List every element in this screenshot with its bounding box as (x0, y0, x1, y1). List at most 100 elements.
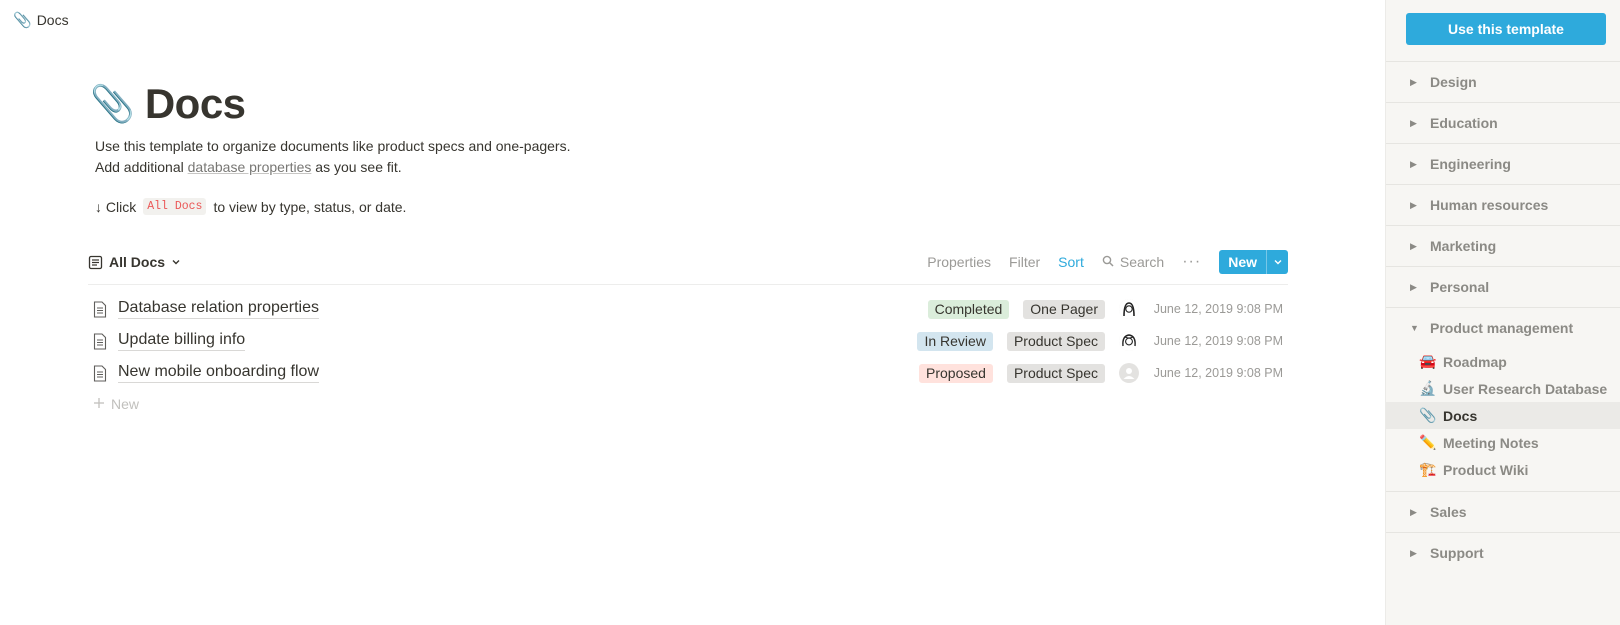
page-title: 📎 Docs (90, 80, 246, 128)
category-engineering[interactable]: ▶ Engineering (1386, 143, 1620, 184)
template-item-user-research[interactable]: 🔬 User Research Database (1386, 375, 1620, 402)
category-header[interactable]: ▶ Personal (1386, 267, 1620, 307)
type-badge: One Pager (1023, 299, 1105, 319)
more-options-icon[interactable]: ··· (1182, 253, 1201, 271)
construction-icon: 🏗️ (1419, 461, 1437, 477)
new-button-label: New (1228, 254, 1257, 270)
description-line-1: Use this template to organize documents … (95, 138, 571, 154)
main-content: 📎 Docs 📎 Docs Use this template to organ… (0, 0, 1385, 625)
list-item[interactable]: Database relation properties Completed O… (88, 293, 1288, 325)
doc-title[interactable]: Database relation properties (118, 299, 320, 319)
triangle-right-icon: ▶ (1410, 199, 1417, 210)
paperclip-icon[interactable]: 📎 (90, 86, 135, 122)
doc-title[interactable]: Update billing info (118, 331, 246, 351)
category-header[interactable]: ▶ Sales (1386, 492, 1620, 532)
category-label: Engineering (1430, 156, 1511, 172)
category-label: Human resources (1430, 197, 1549, 213)
category-label: Sales (1430, 504, 1467, 520)
template-item-meeting-notes[interactable]: ✏️ Meeting Notes (1386, 429, 1620, 456)
category-label: Design (1430, 74, 1477, 90)
list-item[interactable]: New mobile onboarding flow Proposed Prod… (88, 357, 1288, 389)
doc-title[interactable]: New mobile onboarding flow (118, 363, 319, 383)
page-heading[interactable]: Docs (145, 80, 246, 128)
status-badge: Proposed (919, 363, 993, 383)
category-sales[interactable]: ▶ Sales (1386, 491, 1620, 532)
template-label: Product Wiki (1443, 461, 1529, 478)
triangle-right-icon: ▶ (1410, 506, 1417, 517)
category-header[interactable]: ▶ Engineering (1386, 144, 1620, 184)
description-line-2: Add additional database properties as yo… (95, 157, 571, 178)
paperclip-icon: 📎 (13, 12, 32, 29)
template-label: Roadmap (1443, 353, 1507, 370)
category-personal[interactable]: ▶ Personal (1386, 266, 1620, 307)
category-header[interactable]: ▶ Education (1386, 103, 1620, 143)
list-view-icon (88, 255, 103, 270)
avatar (1119, 363, 1139, 383)
database-toolbar: All Docs Properties Filter Sort Search ·… (88, 248, 1288, 276)
category-label: Marketing (1430, 238, 1497, 254)
breadcrumb-label: Docs (36, 12, 69, 28)
triangle-right-icon: ▶ (1410, 240, 1417, 251)
chevron-down-icon (171, 257, 181, 267)
category-label: Personal (1430, 279, 1490, 295)
category-header[interactable]: ▶ Human resources (1386, 185, 1620, 225)
view-hint: ↓ Click All Docs to view by type, status… (95, 198, 406, 215)
document-icon (93, 364, 115, 382)
description-text: Add additional (95, 159, 188, 175)
category-label: Education (1430, 115, 1498, 131)
pencil-icon: ✏️ (1419, 434, 1437, 450)
docs-list: Database relation properties Completed O… (88, 293, 1288, 419)
row-properties: Proposed Product Spec June 12, 2019 9:08… (919, 363, 1288, 383)
inline-code: All Docs (143, 198, 207, 215)
category-header[interactable]: ▶ Marketing (1386, 226, 1620, 266)
category-templates: 🚘 Roadmap 🔬 User Research Database 📎 Docs ✏… (1386, 348, 1620, 491)
category-education[interactable]: ▶ Education (1386, 102, 1620, 143)
triangle-right-icon: ▶ (1410, 281, 1417, 292)
add-new-row-button[interactable]: New (88, 389, 1288, 419)
category-header[interactable]: ▶ Design (1386, 62, 1620, 102)
plus-icon (93, 396, 105, 412)
avatar (1119, 299, 1139, 319)
category-human-resources[interactable]: ▶ Human resources (1386, 184, 1620, 225)
properties-button[interactable]: Properties (927, 254, 991, 270)
new-button[interactable]: New (1219, 250, 1288, 274)
status-badge: Completed (927, 299, 1010, 319)
template-item-docs[interactable]: 📎 Docs (1386, 402, 1620, 429)
type-badge: Product Spec (1006, 363, 1105, 383)
document-icon (93, 300, 115, 318)
template-item-product-wiki[interactable]: 🏗️ Product Wiki (1386, 456, 1620, 483)
description-text: as you see fit. (311, 159, 402, 175)
breadcrumb[interactable]: 📎 Docs (13, 11, 69, 29)
view-label: All Docs (109, 254, 166, 270)
category-support[interactable]: ▶ Support (1386, 532, 1620, 573)
add-new-label: New (111, 396, 140, 412)
type-badge: Product Spec (1006, 331, 1105, 351)
template-item-roadmap[interactable]: 🚘 Roadmap (1386, 348, 1620, 375)
row-properties: In Review Product Spec June 12, 2019 9:0… (917, 331, 1288, 351)
view-switcher[interactable]: All Docs (88, 254, 181, 270)
search-label: Search (1119, 254, 1165, 270)
triangle-right-icon: ▶ (1410, 76, 1417, 87)
filter-button[interactable]: Filter (1009, 254, 1040, 270)
category-header[interactable]: ▶ Support (1386, 533, 1620, 573)
search-icon (1102, 254, 1114, 270)
list-item[interactable]: Update billing info In Review Product Sp… (88, 325, 1288, 357)
search-button[interactable]: Search (1102, 254, 1164, 270)
category-header[interactable]: ▼ Product management (1386, 308, 1620, 348)
created-date: June 12, 2019 9:08 PM (1153, 366, 1283, 380)
use-template-button[interactable]: Use this template (1406, 13, 1606, 45)
sort-button[interactable]: Sort (1058, 254, 1084, 270)
database-properties-link[interactable]: database properties (188, 159, 312, 175)
row-properties: Completed One Pager June 12, 2019 9:08 P… (927, 299, 1288, 319)
triangle-right-icon: ▶ (1410, 158, 1417, 169)
category-product-management[interactable]: ▼ Product management 🚘 Roadmap 🔬 User Resea… (1386, 307, 1620, 491)
category-marketing[interactable]: ▶ Marketing (1386, 225, 1620, 266)
triangle-down-icon: ▼ (1410, 323, 1419, 333)
template-sidebar: Use this template ▶ Design ▶ Education ▶ En… (1385, 0, 1620, 625)
page-description: Use this template to organize documents … (95, 136, 571, 178)
template-label: Meeting Notes (1443, 434, 1539, 451)
status-badge: In Review (917, 331, 993, 351)
category-design[interactable]: ▶ Design (1386, 61, 1620, 102)
document-icon (93, 332, 115, 350)
chevron-down-icon[interactable] (1266, 250, 1288, 274)
